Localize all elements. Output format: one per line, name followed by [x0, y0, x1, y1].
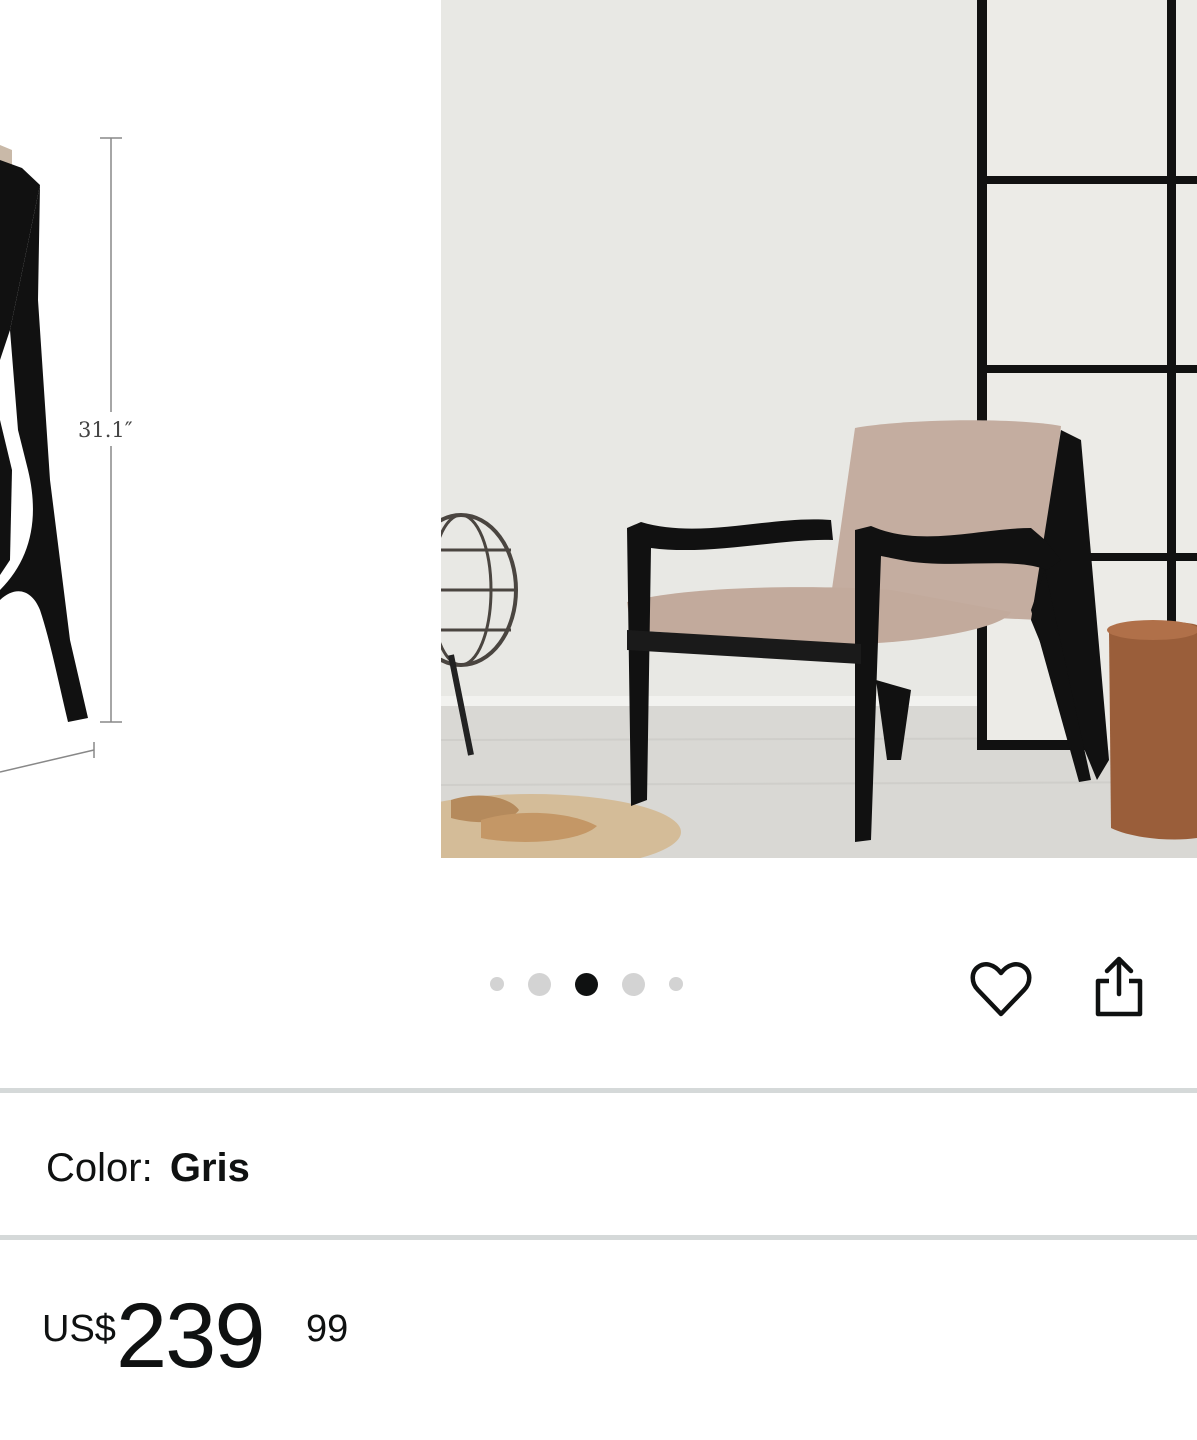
- section-divider-bottom: [0, 1235, 1197, 1240]
- carousel-dot-3-active[interactable]: [575, 972, 598, 996]
- product-page: 31.1″ Color: Gris US$ 239 99: [0, 0, 1197, 1440]
- dimension-diagram-image: 31.1″: [0, 137, 150, 773]
- share-button[interactable]: [1084, 952, 1154, 1022]
- carousel-dot-5[interactable]: [669, 977, 683, 991]
- color-variation-row[interactable]: Color: Gris: [46, 1146, 250, 1191]
- carousel-pagination: [490, 968, 707, 1000]
- carousel-dot-4[interactable]: [622, 972, 645, 996]
- section-divider-top: [0, 1088, 1197, 1093]
- image-carousel[interactable]: 31.1″: [0, 0, 1197, 860]
- heart-outline-icon: [970, 962, 1032, 1017]
- height-dimension-label: 31.1″: [78, 418, 133, 442]
- price-fraction: 99: [306, 1308, 349, 1350]
- carousel-dot-2[interactable]: [528, 972, 551, 996]
- share-icon: [1095, 956, 1143, 1017]
- color-value: Gris: [169, 1146, 250, 1190]
- carousel-slide-dimensions[interactable]: 31.1″: [0, 0, 440, 860]
- price-currency: US$: [42, 1308, 116, 1350]
- carousel-dot-1[interactable]: [490, 977, 504, 991]
- color-label: Color:: [46, 1146, 153, 1190]
- price-whole: 239: [116, 1285, 265, 1387]
- carousel-slide-lifestyle[interactable]: [441, 0, 1197, 858]
- chair-room-photo: [441, 0, 1197, 858]
- add-to-wishlist-button[interactable]: [966, 955, 1036, 1025]
